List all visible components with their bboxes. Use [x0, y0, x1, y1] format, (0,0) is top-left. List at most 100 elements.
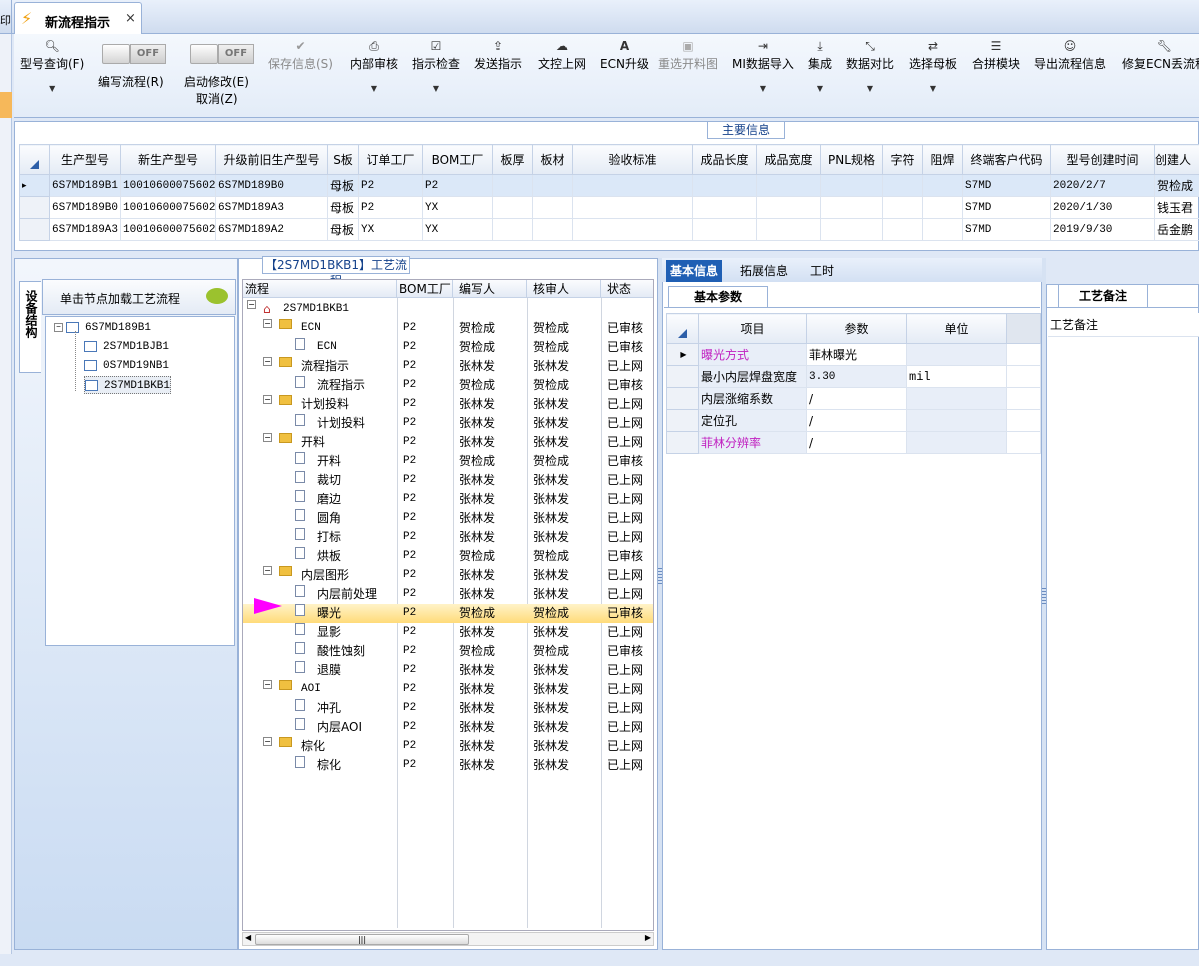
chevron-down-icon[interactable]: ▼: [909, 84, 957, 93]
process-row[interactable]: 内层AOI P2 张林发 张林发 已上网: [243, 718, 653, 737]
table-row[interactable]: ▶ 曝光方式 菲林曝光: [666, 343, 1041, 366]
param-unit[interactable]: mil: [906, 365, 1007, 388]
column-header[interactable]: 升级前旧生产型号: [215, 144, 328, 175]
export-process-info-button[interactable]: ☺ 导出流程信息: [1034, 38, 1106, 72]
table-cell[interactable]: [572, 174, 693, 197]
table-cell[interactable]: YX: [422, 196, 493, 219]
table-cell[interactable]: [820, 196, 883, 219]
table-cell[interactable]: [492, 196, 533, 219]
table-row[interactable]: 内层涨缩系数 /: [666, 387, 1041, 410]
start-modify-toggle[interactable]: OFF: [190, 44, 254, 64]
table-cell[interactable]: 钱玉君: [1154, 196, 1199, 219]
column-header[interactable]: 订单工厂: [358, 144, 423, 175]
table-cell[interactable]: [532, 196, 573, 219]
table-cell[interactable]: 2020/1/30: [1050, 196, 1155, 219]
process-row[interactable]: − 计划投料 P2 张林发 张林发 已上网: [243, 395, 653, 414]
process-row[interactable]: − 流程指示 P2 张林发 张林发 已上网: [243, 357, 653, 376]
chevron-down-icon[interactable]: ▼: [846, 84, 894, 93]
collapse-icon[interactable]: −: [54, 322, 63, 332]
tree-node[interactable]: 2S7MD1BJB1: [84, 338, 169, 356]
table-cell[interactable]: 母板: [327, 218, 359, 241]
process-row[interactable]: 显影 P2 张林发 张林发 已上网: [243, 623, 653, 642]
table-cell[interactable]: 贺检成: [1154, 174, 1199, 197]
table-cell[interactable]: [756, 218, 821, 241]
model-query-button[interactable]: 🔍︎ 型号查询(F) ▼: [20, 38, 84, 93]
horizontal-scrollbar[interactable]: ◀ ||| ▶: [242, 932, 654, 946]
select-mother-board-button[interactable]: ⇄ 选择母板 ▼: [909, 38, 957, 93]
table-cell[interactable]: [492, 174, 533, 197]
process-row[interactable]: − ECN P2 贺检成 贺检成 已审核: [243, 319, 653, 338]
chevron-down-icon[interactable]: ▼: [808, 84, 832, 93]
table-cell[interactable]: 6S7MD189B0: [49, 196, 121, 219]
data-compare-button[interactable]: ⤡ 数据对比 ▼: [846, 38, 894, 93]
scrollbar-thumb[interactable]: |||: [255, 934, 469, 945]
table-cell[interactable]: [922, 218, 963, 241]
table-row[interactable]: 6S7MD189A3 10010600075602 6S7MD189A2 母板 YX YX…: [19, 218, 1199, 241]
table-cell[interactable]: [820, 218, 883, 241]
table-cell[interactable]: YX: [422, 218, 493, 241]
table-cell[interactable]: [572, 218, 693, 241]
ecn-upgrade-button[interactable]: A ECN升级: [600, 38, 649, 72]
process-row[interactable]: 打标 P2 张林发 张林发 已上网: [243, 528, 653, 547]
fix-ecn-lost-process-button[interactable]: 🔧︎ 修复ECN丢流程: [1122, 38, 1199, 72]
tab-basic-info[interactable]: 基本信息: [666, 260, 723, 282]
table-cell[interactable]: 6S7MD189B1: [49, 174, 121, 197]
table-cell[interactable]: [882, 196, 923, 219]
column-header[interactable]: S板: [327, 144, 359, 175]
scroll-left-icon[interactable]: ◀: [245, 933, 251, 942]
process-row[interactable]: − 内层图形 P2 张林发 张林发 已上网: [243, 566, 653, 585]
param-value[interactable]: /: [806, 409, 907, 432]
table-cell[interactable]: [922, 174, 963, 197]
save-info-button[interactable]: ✔ 保存信息(S): [268, 38, 333, 72]
table-cell[interactable]: [756, 174, 821, 197]
cancel-label[interactable]: 取消(Z): [196, 90, 238, 107]
column-header[interactable]: 成品宽度: [756, 144, 821, 175]
column-header[interactable]: 成品长度: [692, 144, 757, 175]
column-header[interactable]: 编写人: [453, 280, 527, 298]
process-row[interactable]: 冲孔 P2 张林发 张林发 已上网: [243, 699, 653, 718]
process-row[interactable]: − AOI P2 张林发 张林发 已上网: [243, 680, 653, 699]
chevron-down-icon[interactable]: ▼: [350, 84, 398, 93]
table-row[interactable]: 6S7MD189B0 10010600075602 6S7MD189A3 母板 P2 YX…: [19, 196, 1199, 219]
table-cell[interactable]: [692, 174, 757, 197]
tree-node[interactable]: 0S7MD19NB1: [84, 357, 169, 375]
column-header[interactable]: 字符: [882, 144, 923, 175]
tree-node[interactable]: 2S7MD1BKB1: [84, 376, 172, 394]
column-header[interactable]: 状态: [601, 280, 653, 298]
table-row[interactable]: 定位孔 /: [666, 409, 1041, 432]
column-header[interactable]: 生产型号: [49, 144, 121, 175]
table-cell[interactable]: S7MD: [962, 196, 1051, 219]
tab-process-notes[interactable]: 工艺备注: [1058, 284, 1148, 308]
process-row[interactable]: − 开料 P2 张林发 张林发 已上网: [243, 433, 653, 452]
column-header[interactable]: 新生产型号: [120, 144, 216, 175]
table-cell[interactable]: P2: [422, 174, 493, 197]
merge-module-button[interactable]: ☰ 合拼模块: [972, 38, 1020, 72]
tree-node-root[interactable]: − 6S7MD189B1: [54, 319, 151, 337]
process-row[interactable]: − 棕化 P2 张林发 张林发 已上网: [243, 737, 653, 756]
column-header[interactable]: PNL规格: [820, 144, 883, 175]
table-cell[interactable]: 10010600075602: [120, 218, 216, 241]
tab-new-process[interactable]: ⚡ 新流程指示 ×: [14, 2, 142, 34]
process-row[interactable]: ECN P2 贺检成 贺检成 已审核: [243, 338, 653, 357]
column-header[interactable]: 板材: [532, 144, 573, 175]
integrate-button[interactable]: ⤓ 集成 ▼: [808, 38, 832, 93]
column-header[interactable]: 参数: [806, 313, 907, 344]
table-cell[interactable]: [492, 218, 533, 241]
tab-work-hours[interactable]: 工时: [806, 260, 838, 282]
column-header[interactable]: 型号创建时间: [1050, 144, 1155, 175]
process-row[interactable]: 烘板 P2 贺检成 贺检成 已审核: [243, 547, 653, 566]
table-cell[interactable]: [572, 196, 693, 219]
param-value[interactable]: 菲林曝光: [806, 343, 907, 366]
param-unit[interactable]: [906, 431, 1007, 454]
table-cell[interactable]: [692, 196, 757, 219]
process-row[interactable]: 磨边 P2 张林发 张林发 已上网: [243, 490, 653, 509]
table-cell[interactable]: [532, 174, 573, 197]
column-header[interactable]: 验收标准: [572, 144, 693, 175]
instruction-check-button[interactable]: ☑ 指示检查 ▼: [412, 38, 460, 93]
table-cell[interactable]: 岳金鹏: [1154, 218, 1199, 241]
tab-equipment-structure[interactable]: 设备结构: [19, 281, 41, 373]
process-row[interactable]: 棕化 P2 张林发 张林发 已上网: [243, 756, 653, 775]
param-value[interactable]: /: [806, 387, 907, 410]
chevron-down-icon[interactable]: ▼: [732, 84, 794, 93]
column-header[interactable]: 创建人: [1154, 144, 1199, 175]
